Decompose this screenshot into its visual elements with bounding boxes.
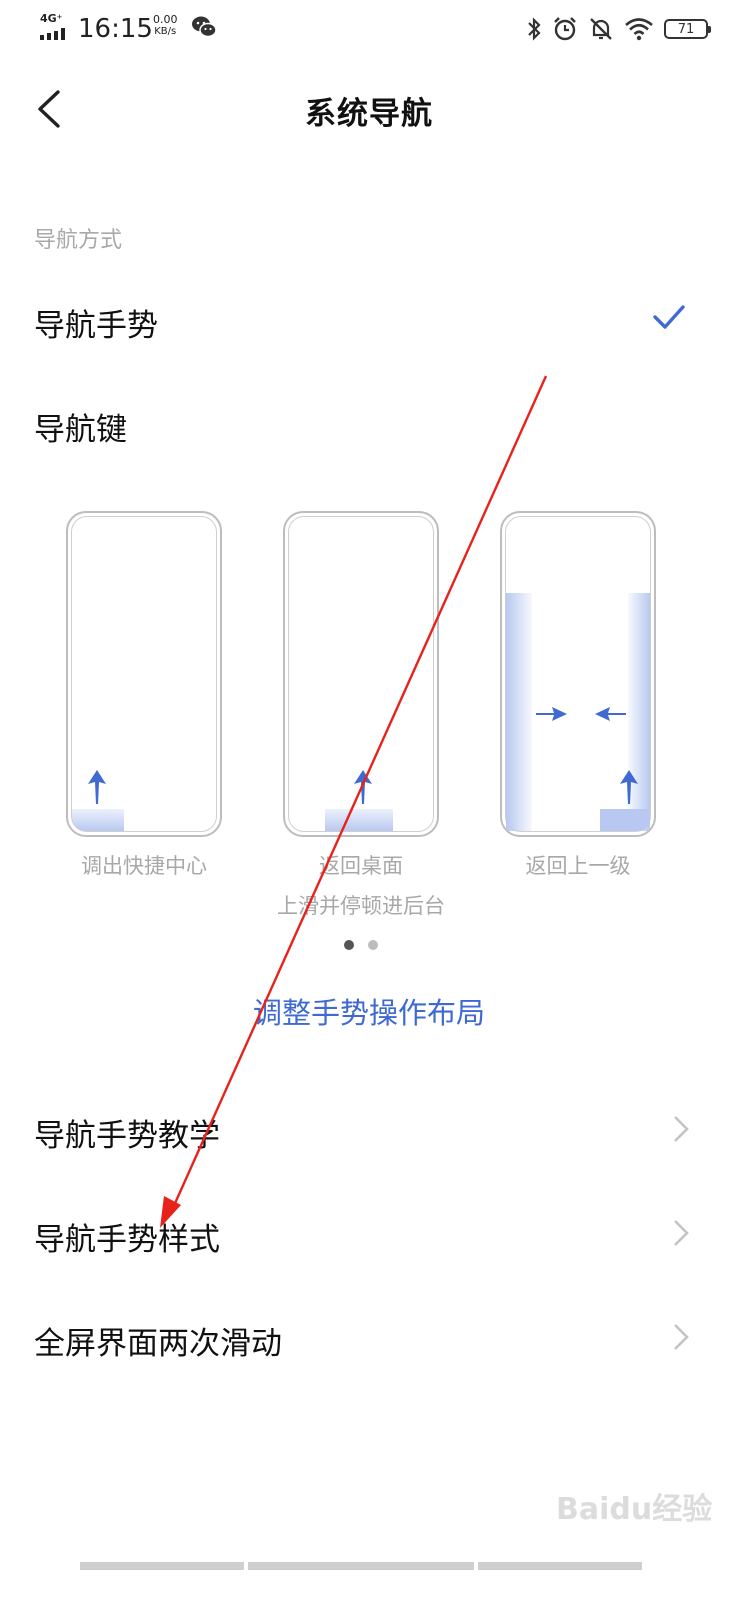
net-speed: 0.00 KB/s [153, 14, 178, 38]
swipe-zone [325, 809, 393, 831]
swipe-zone-bottom [600, 809, 650, 831]
battery-icon: 71 [664, 19, 711, 39]
gesture-demo-home [283, 511, 439, 837]
caption-quick-center: 调出快捷中心 [81, 854, 207, 878]
chevron-right-icon [674, 1116, 689, 1142]
gesture-demo-back [500, 511, 656, 837]
arrow-up-icon [354, 770, 372, 804]
option-gesture-navigation[interactable]: 导航手势 [0, 274, 738, 364]
signal-icon [40, 28, 65, 40]
adjust-gesture-layout-link[interactable]: 调整手势操作布局 [0, 990, 738, 1032]
baidu-watermark: Baidu经验 [556, 1492, 713, 1527]
checkmark-icon [653, 305, 685, 329]
net-speed-unit: KB/s [154, 26, 177, 37]
clock: 16:15 [78, 14, 153, 44]
net-speed-value: 0.00 [153, 13, 178, 26]
menu-item-gesture-style[interactable]: 导航手势样式 [0, 1188, 738, 1278]
page-title: 系统导航 [305, 96, 433, 132]
battery-level: 71 [677, 21, 695, 37]
bluetooth-icon [528, 17, 541, 41]
menu-item-label: 导航手势教学 [34, 1118, 220, 1154]
chevron-right-icon [674, 1220, 689, 1246]
menu-item-fullscreen-double-swipe[interactable]: 全屏界面两次滑动 [0, 1292, 738, 1382]
gesture-demo-quick-center [66, 511, 222, 837]
wechat-icon [192, 16, 217, 38]
option-navigation-keys[interactable]: 导航键 [0, 378, 738, 468]
arrow-left-icon [595, 707, 626, 721]
alarm-icon [554, 17, 576, 41]
menu-item-label: 导航手势样式 [34, 1222, 220, 1258]
menu-item-gesture-tutorial[interactable]: 导航手势教学 [0, 1084, 738, 1174]
wifi-icon [625, 18, 653, 41]
network-type: 4G⁺ [40, 12, 63, 25]
option-label: 导航手势 [34, 308, 158, 344]
caption-back: 返回上一级 [525, 854, 631, 878]
caption-recents: 上滑并停顿进后台 [277, 894, 445, 918]
option-label: 导航键 [34, 412, 127, 448]
page-dot-active [344, 940, 354, 950]
arrow-right-icon [536, 707, 567, 721]
bottom-edge-bar [80, 1562, 244, 1570]
status-bar: 4G⁺ 16:15 0.00 KB/s 71 [0, 0, 738, 60]
section-label: 导航方式 [34, 228, 123, 253]
mute-bell-icon [590, 18, 612, 40]
status-icons-right: 71 [526, 14, 711, 44]
menu-item-label: 全屏界面两次滑动 [34, 1326, 282, 1362]
bottom-edge-bar [248, 1562, 474, 1570]
arrow-up-icon [88, 770, 106, 804]
caption-home: 返回桌面 [319, 854, 403, 878]
page-dot [368, 940, 378, 950]
swipe-zone-left [506, 593, 532, 831]
swipe-zone [72, 809, 124, 831]
chevron-right-icon [674, 1324, 689, 1350]
bottom-edge-bar [478, 1562, 642, 1570]
arrow-up-icon [620, 770, 638, 804]
